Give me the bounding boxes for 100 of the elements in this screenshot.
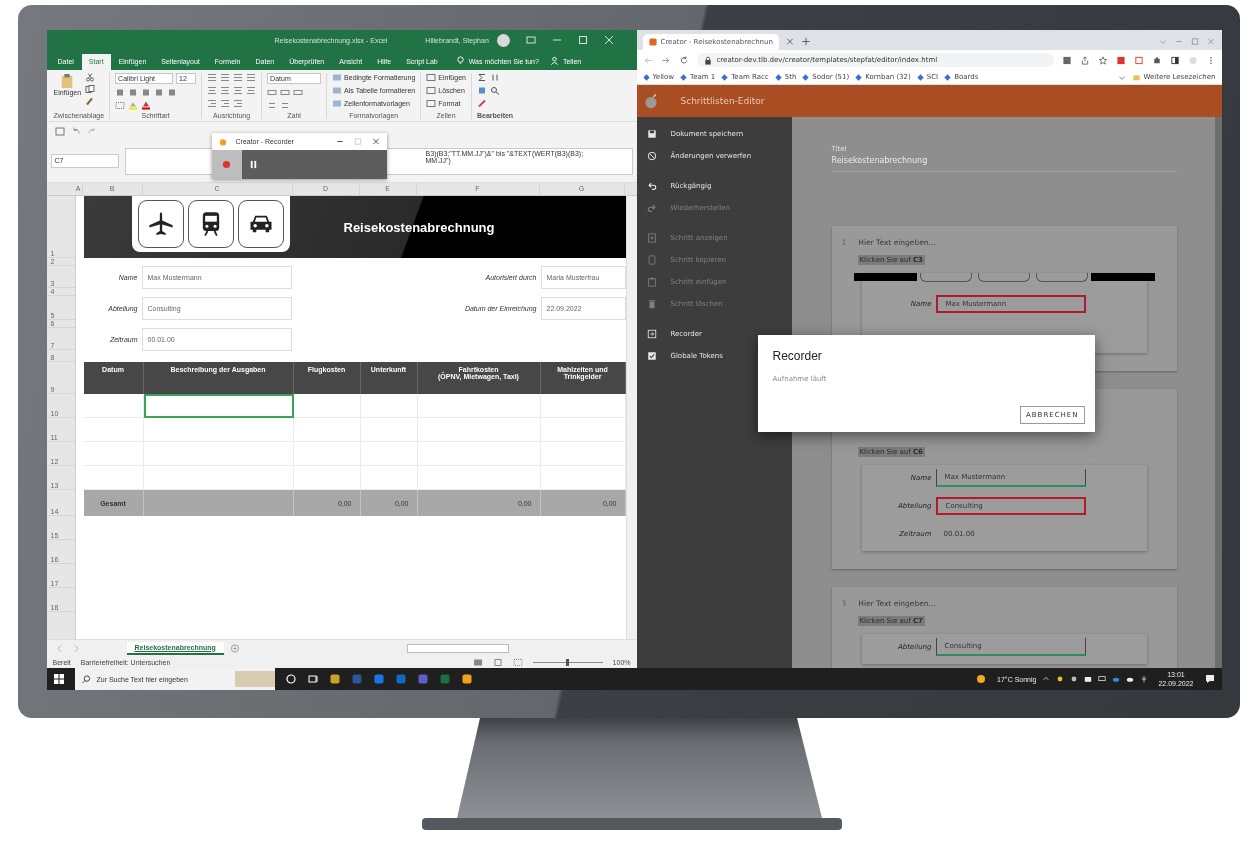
windows-start-icon[interactable] [52, 673, 65, 685]
maximize-icon[interactable] [577, 35, 588, 45]
align-icon[interactable] [233, 86, 244, 95]
undo-icon [646, 181, 657, 191]
slider-thumb[interactable] [566, 658, 570, 666]
pause-icon [249, 160, 258, 169]
record-button[interactable] [211, 150, 242, 179]
align-icon[interactable] [207, 73, 218, 82]
indent-icon[interactable] [220, 99, 231, 108]
check-icon [646, 351, 657, 361]
eraser-icon[interactable] [476, 99, 487, 108]
cell-icon [426, 86, 437, 95]
taskbar-app-icon[interactable] [328, 673, 341, 685]
back-icon[interactable] [642, 55, 653, 65]
align-icon[interactable] [220, 73, 231, 82]
save-icon[interactable] [54, 126, 65, 136]
undo-icon[interactable] [70, 126, 81, 136]
scissors-icon[interactable] [85, 73, 96, 82]
search-icon[interactable] [489, 86, 500, 95]
align-icon[interactable] [246, 73, 257, 82]
page-break-icon[interactable] [512, 657, 523, 667]
diamond-icon [721, 73, 729, 81]
page-layout-icon[interactable] [492, 657, 503, 667]
autosum-icon[interactable] [476, 73, 487, 82]
taskbar-app-icon[interactable] [372, 673, 385, 685]
taskbar-app-icon[interactable] [460, 673, 473, 685]
lock-icon [702, 55, 713, 65]
format-icon[interactable] [128, 88, 139, 97]
avatar-circle[interactable] [496, 33, 510, 47]
close-tab-icon[interactable] [784, 37, 795, 46]
normal-view-icon[interactable] [472, 657, 483, 667]
share-icon[interactable] [1079, 55, 1090, 65]
translate-icon[interactable] [1061, 55, 1072, 65]
reload-icon[interactable] [678, 55, 689, 65]
sun-icon [975, 673, 988, 685]
notification-icon[interactable] [1203, 673, 1216, 685]
indent-icon[interactable] [207, 99, 218, 108]
app-logo-icon [217, 137, 228, 146]
maximize-icon[interactable] [1189, 37, 1200, 46]
fill-color-icon[interactable] [128, 101, 139, 110]
cortana-icon[interactable] [284, 673, 297, 685]
side-panel-icon[interactable] [1169, 55, 1180, 65]
number-format-icon[interactable] [293, 88, 304, 97]
extension-icon[interactable] [1115, 55, 1126, 65]
diamond-icon [944, 73, 952, 81]
forward-icon[interactable] [660, 55, 671, 65]
fill-icon[interactable] [476, 86, 487, 95]
vertical-scrollbar[interactable] [625, 196, 637, 639]
block-icon [646, 151, 657, 161]
border-icon[interactable] [115, 101, 126, 110]
indent-icon[interactable] [233, 99, 244, 108]
car-icon [237, 200, 284, 248]
format-icon[interactable] [167, 88, 178, 97]
extension-icon[interactable] [1133, 55, 1144, 65]
close-icon[interactable] [603, 35, 614, 45]
puzzle-icon[interactable] [1151, 55, 1162, 65]
align-icon[interactable] [220, 86, 231, 95]
align-icon[interactable] [233, 73, 244, 82]
decimal-icon[interactable] [267, 101, 278, 110]
star-icon[interactable] [1097, 55, 1108, 65]
diamond-icon [916, 73, 924, 81]
tray-caret-icon[interactable] [1042, 675, 1051, 683]
sheet-title: Reisekostenabrechnung [343, 219, 495, 235]
airplane-icon [137, 200, 184, 248]
align-icon[interactable] [207, 86, 218, 95]
close-icon[interactable] [370, 137, 381, 146]
font-color-icon[interactable] [141, 101, 152, 110]
network-icon[interactable] [1098, 675, 1107, 683]
add-icon [646, 233, 657, 243]
table-style-icon [332, 73, 343, 82]
paste-icon [646, 277, 657, 287]
favicon-icon [648, 38, 657, 46]
copy-icon[interactable] [85, 85, 96, 94]
task-view-icon[interactable] [306, 673, 319, 685]
copy-icon [646, 255, 657, 265]
align-icon[interactable] [246, 86, 257, 95]
number-format-icon[interactable] [280, 88, 291, 97]
app-logo-icon [642, 93, 659, 109]
add-sheet-icon[interactable] [229, 643, 240, 653]
number-format-icon[interactable] [267, 88, 278, 97]
ribbon-display-icon[interactable] [525, 35, 536, 45]
format-icon[interactable] [115, 88, 126, 97]
record-icon [222, 160, 231, 169]
clipboard-icon [60, 73, 75, 89]
vertical-scrollbar[interactable] [1214, 117, 1222, 668]
redo-icon[interactable] [86, 126, 97, 136]
folder-icon[interactable] [1084, 675, 1093, 683]
caret-icon[interactable] [1157, 37, 1168, 46]
table-style-icon [332, 86, 343, 95]
format-icon[interactable] [141, 88, 152, 97]
diamond-icon [802, 73, 810, 81]
save-icon [646, 129, 657, 139]
horizontal-scrollbar[interactable] [406, 643, 509, 653]
app-title: Schrittlisten-Editor [680, 96, 765, 106]
usb-icon[interactable] [1140, 675, 1149, 683]
format-icon[interactable] [154, 88, 165, 97]
diamond-icon [680, 73, 688, 81]
table-cell[interactable] [143, 394, 294, 418]
new-tab-icon[interactable] [800, 37, 811, 46]
decimal-icon[interactable] [280, 101, 291, 110]
